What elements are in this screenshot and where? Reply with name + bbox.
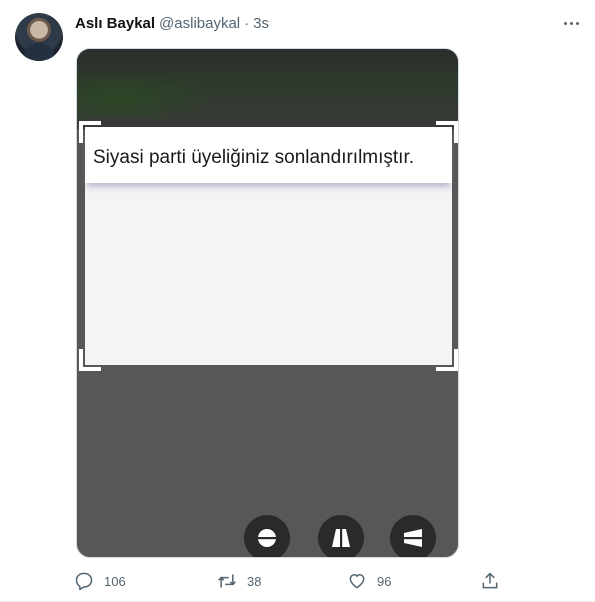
tweet-time[interactable]: 3s [253,15,269,32]
retweet-count: 38 [247,573,262,589]
tweet-media[interactable]: Siyasi parti üyeliğiniz sonlandırılmıştı… [76,48,459,558]
like-button[interactable]: 96 [347,570,391,592]
notification-banner: Siyasi parti üyeliğiniz sonlandırılmıştı… [85,127,452,183]
horizontal-flip-button[interactable] [244,515,290,557]
avatar-figure [23,43,55,61]
crop-handle-bottom-left[interactable] [79,349,101,371]
retweet-icon [218,574,236,588]
crop-area[interactable]: Siyasi parti üyeliğiniz sonlandırılmıştı… [79,121,458,371]
like-icon [349,574,365,589]
author-name[interactable]: Aslı Baykal [75,15,155,32]
share-button[interactable] [480,570,500,592]
reply-button[interactable]: 106 [74,570,126,592]
banner-message: Siyasi parti üyeliğiniz sonlandırılmıştı… [93,147,415,168]
vertical-perspective-icon [332,527,350,549]
tweet-actions: 106 38 96 [74,570,504,592]
reply-icon [75,572,93,591]
horizontal-perspective-icon [402,529,424,547]
crop-handle-top-right[interactable] [436,121,458,143]
avatar[interactable] [15,13,63,61]
crop-handle-top-left[interactable] [79,121,101,143]
tweet: Aslı Baykal @aslibaykal · 3s Siyasi part… [0,0,595,602]
like-count: 96 [377,573,392,589]
more-options-icon[interactable] [560,14,582,32]
horizontal-perspective-button[interactable] [390,515,436,557]
author-handle[interactable]: @aslibaykal [159,15,240,32]
photo-background [77,49,458,129]
horizontal-flip-icon [256,529,278,547]
reply-count: 106 [104,573,126,589]
tweet-header: Aslı Baykal @aslibaykal · 3s [75,13,269,33]
share-icon [482,572,498,589]
separator-dot: · [244,14,250,32]
vertical-perspective-button[interactable] [318,515,364,557]
crop-handle-bottom-right[interactable] [436,349,458,371]
retweet-button[interactable]: 38 [217,570,261,592]
